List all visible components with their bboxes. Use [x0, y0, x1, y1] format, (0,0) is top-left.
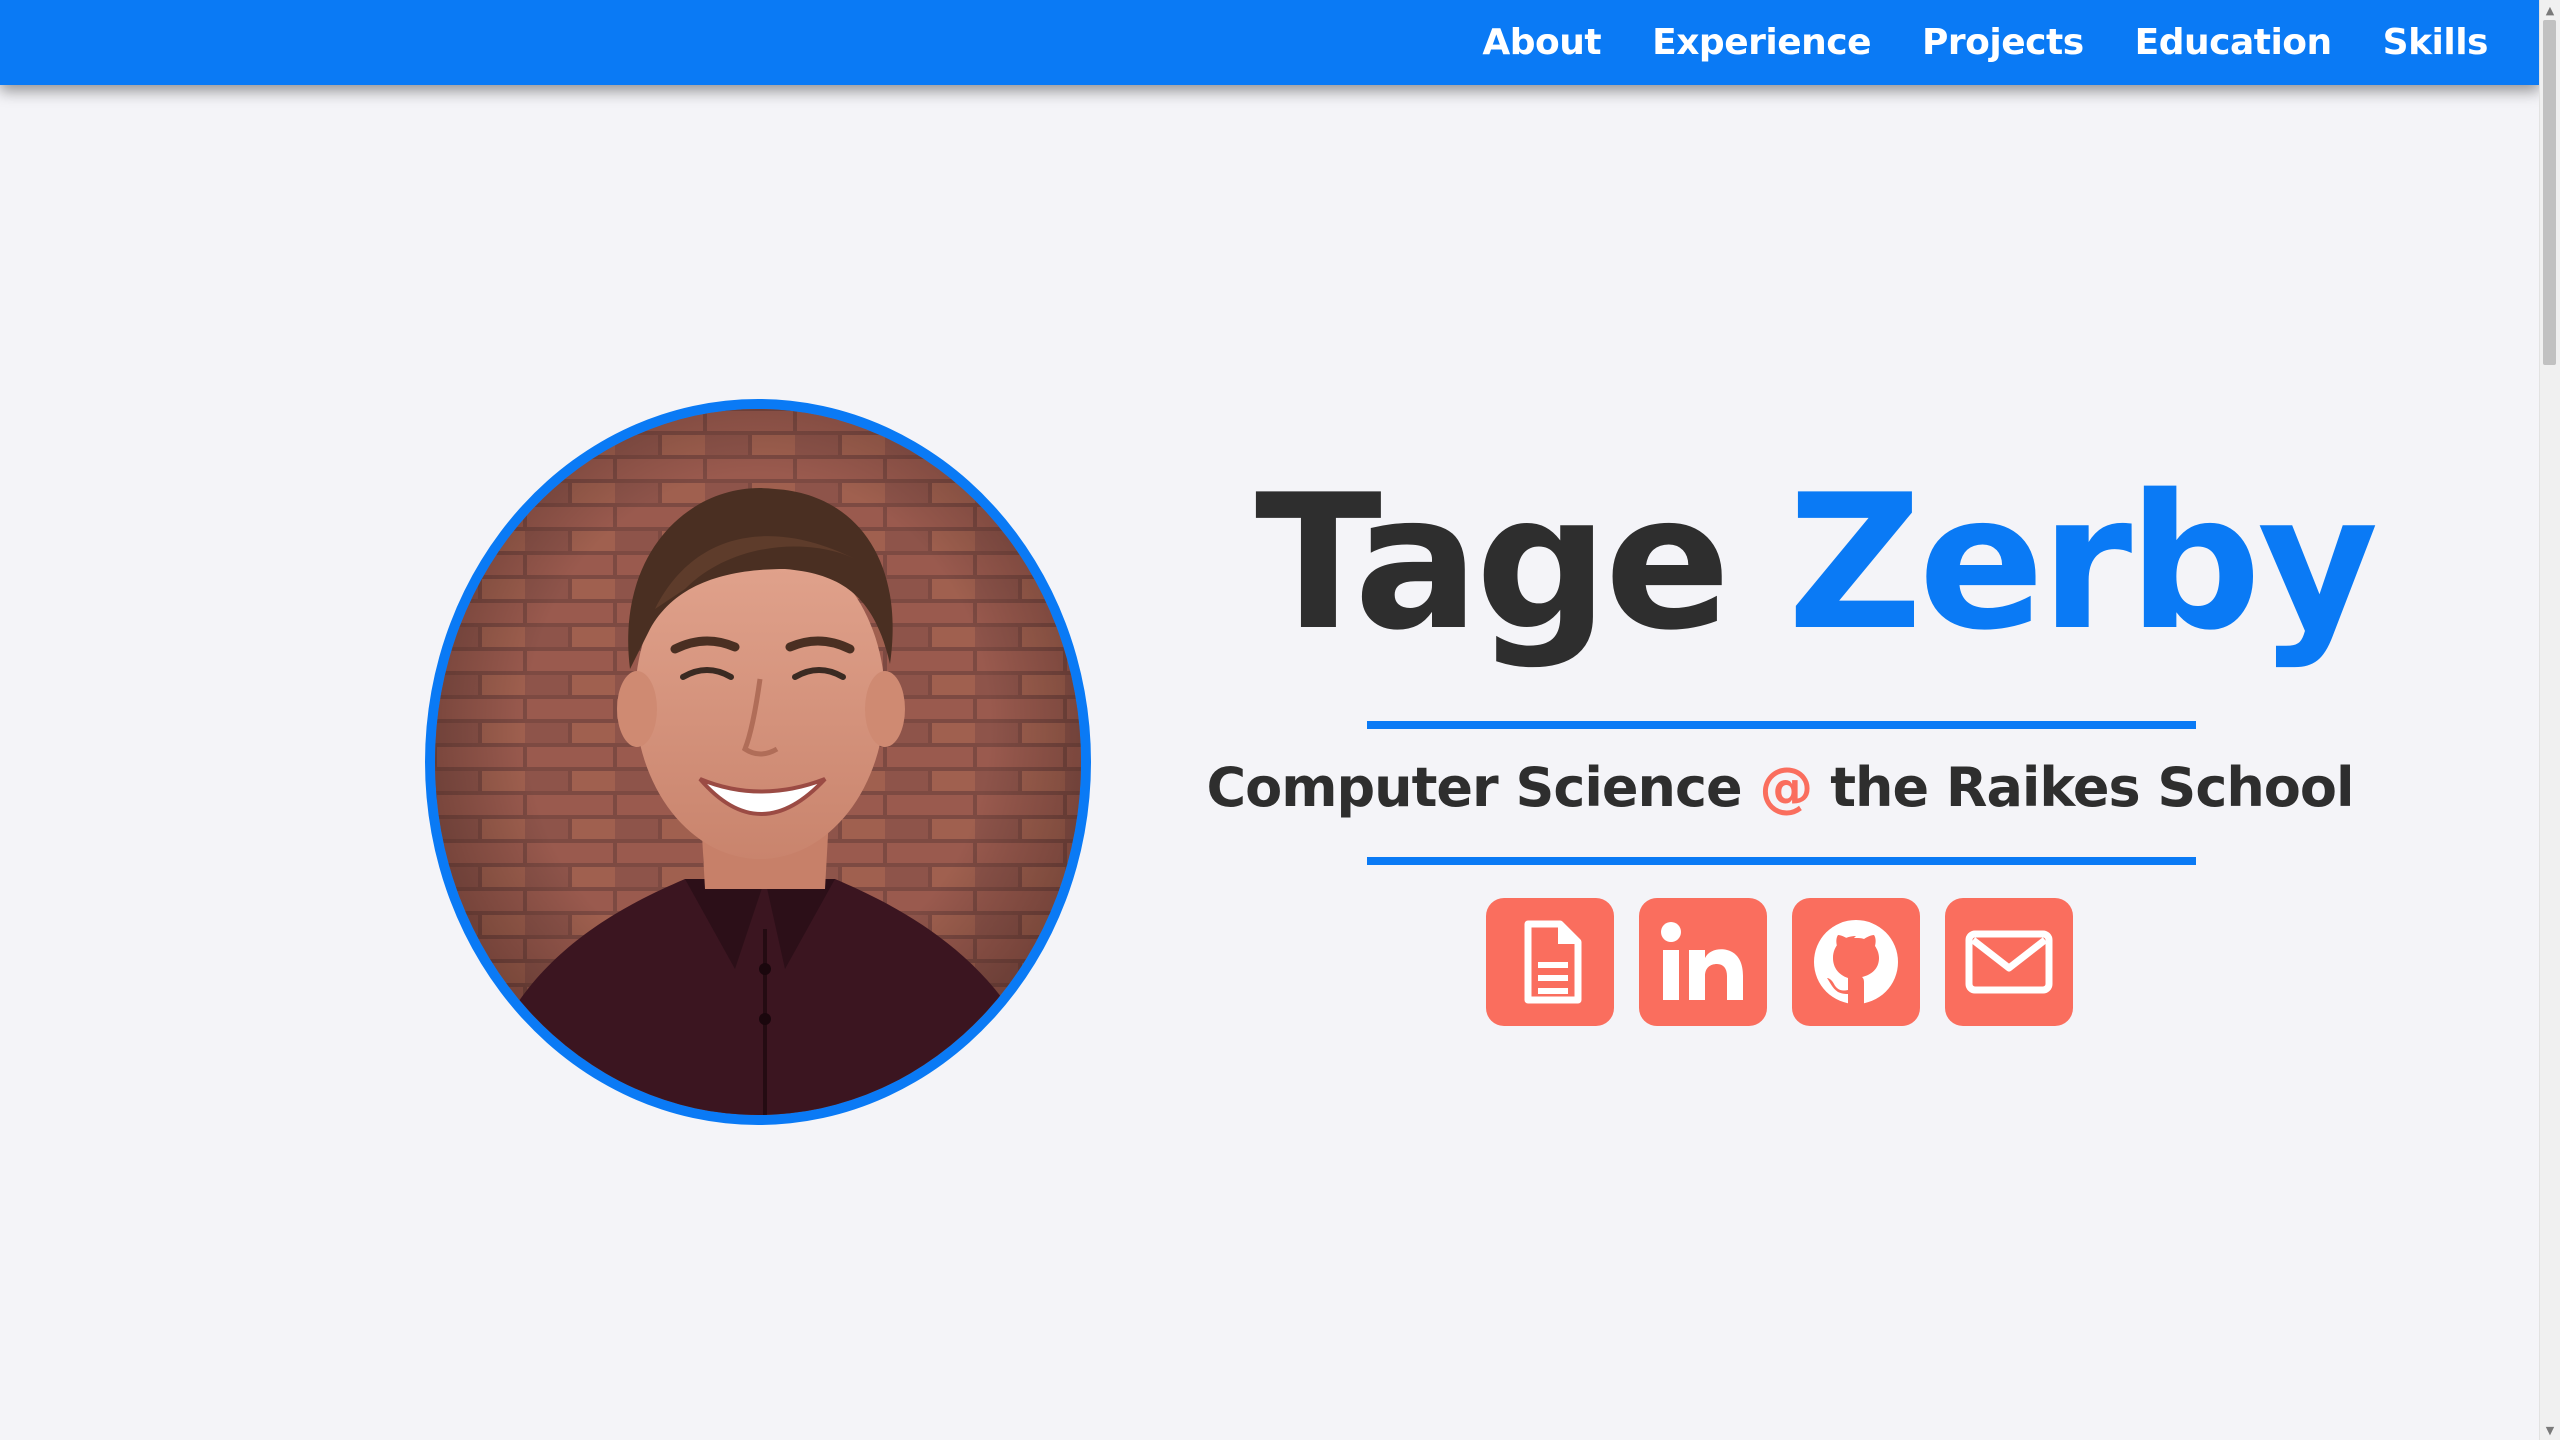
hero-subtitle-at: @ — [1759, 756, 1813, 819]
resume-button[interactable] — [1486, 898, 1614, 1026]
nav-links: About Experience Projects Education Skil… — [1482, 0, 2488, 85]
vertical-scrollbar[interactable]: ▲ ▼ — [2539, 0, 2560, 1440]
top-navbar: About Experience Projects Education Skil… — [0, 0, 2540, 85]
scroll-down-arrow-icon[interactable]: ▼ — [2540, 1420, 2560, 1440]
social-links — [1486, 898, 2073, 1026]
linkedin-button[interactable] — [1639, 898, 1767, 1026]
nav-link-experience[interactable]: Experience — [1652, 22, 1871, 63]
scroll-up-arrow-icon[interactable]: ▲ — [2540, 0, 2560, 20]
nav-link-skills[interactable]: Skills — [2383, 22, 2489, 63]
scrollbar-thumb[interactable] — [2543, 20, 2556, 365]
github-button[interactable] — [1792, 898, 1920, 1026]
nav-link-about[interactable]: About — [1482, 22, 1601, 63]
hero-divider-bottom — [1367, 857, 2196, 865]
page: About Experience Projects Education Skil… — [0, 0, 2560, 1440]
hero-subtitle-before: Computer Science — [1206, 756, 1760, 819]
hero-name-last: Zerby — [1787, 454, 2378, 671]
hero-subtitle: Computer Science @ the Raikes School — [1200, 752, 2360, 824]
resume-document-icon — [1524, 920, 1582, 1004]
hero-name: Tage Zerby — [1255, 470, 2379, 656]
nav-link-projects[interactable]: Projects — [1922, 22, 2084, 63]
profile-photo-illustration — [435, 409, 1081, 1115]
profile-photo — [425, 399, 1091, 1125]
email-envelope-icon — [1965, 930, 2053, 994]
hero-subtitle-after: the Raikes School — [1812, 756, 2354, 819]
nav-link-education[interactable]: Education — [2135, 22, 2333, 63]
github-icon — [1814, 920, 1898, 1004]
hero-name-first: Tage — [1255, 454, 1731, 671]
hero-divider-top — [1367, 721, 2196, 729]
email-button[interactable] — [1945, 898, 2073, 1026]
linkedin-icon — [1661, 922, 1743, 1000]
